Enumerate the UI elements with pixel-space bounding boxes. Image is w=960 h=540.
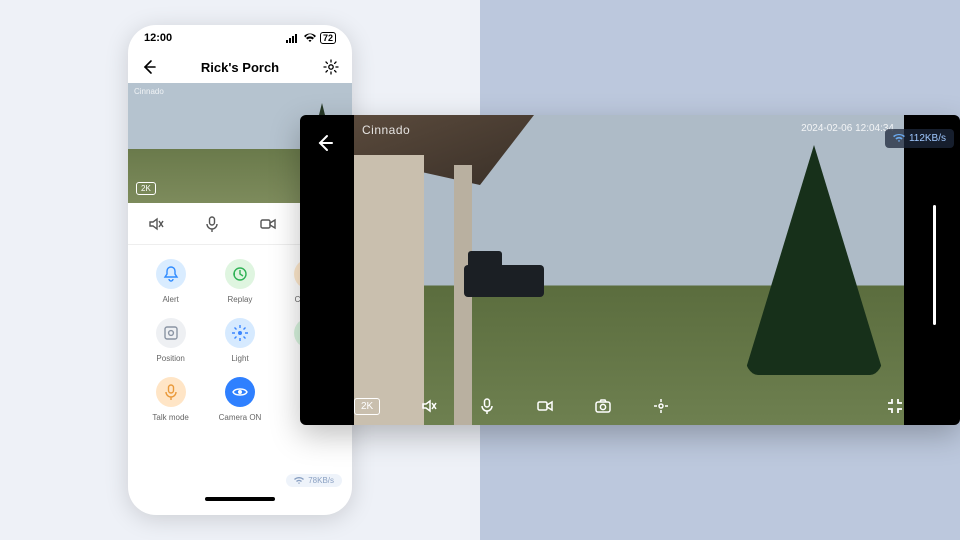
grid-label: Position (156, 354, 184, 363)
wifi-icon (303, 33, 317, 43)
position-button-landscape[interactable] (652, 397, 670, 415)
target-icon (652, 397, 670, 415)
grid-label: Alert (162, 295, 178, 304)
target-icon (156, 318, 186, 348)
mute-button[interactable] (145, 213, 167, 235)
grid-label: Camera ON (219, 413, 262, 422)
brand-watermark-landscape: Cinnado (362, 123, 410, 137)
spark-icon (225, 318, 255, 348)
status-indicators: 72 (286, 32, 336, 44)
camera-icon (594, 397, 612, 415)
camera-title: Rick's Porch (201, 60, 279, 75)
exit-fullscreen-button[interactable] (886, 397, 904, 415)
bitrate-value: 78KB/s (308, 476, 334, 485)
bitrate-value-landscape: 112KB/s (909, 133, 946, 144)
history-icon (225, 259, 255, 289)
status-bar: 12:00 72 (128, 25, 352, 51)
scene-wall (354, 155, 424, 425)
wifi-icon (893, 134, 905, 143)
record-button-landscape[interactable] (536, 397, 554, 415)
grid-item-talk-mode[interactable]: Talk mode (136, 377, 205, 422)
video-icon (536, 397, 554, 415)
timestamp-overlay: 2024-02-06 12:04:34 (801, 123, 894, 134)
video-icon (259, 215, 277, 233)
mic-icon (478, 397, 496, 415)
speaker-mute-icon (147, 215, 165, 233)
status-time: 12:00 (144, 32, 172, 44)
phone-footer: 78KB/s (128, 466, 352, 515)
app-header: Rick's Porch (128, 51, 352, 83)
mic-icon (156, 377, 186, 407)
back-button-landscape[interactable] (314, 133, 334, 158)
grid-label: Replay (228, 295, 253, 304)
grid-item-light[interactable]: Light (205, 318, 274, 363)
grid-label: Talk mode (152, 413, 188, 422)
bell-icon (156, 259, 186, 289)
mic-button[interactable] (201, 213, 223, 235)
scene-truck (464, 265, 544, 297)
gear-icon (323, 59, 339, 75)
eye-icon (225, 377, 255, 407)
grid-item-camera-on[interactable]: Camera ON (205, 377, 274, 422)
right-background: Cinnado 2024-02-06 12:04:34 112KB/s 2K (480, 0, 960, 540)
snapshot-button-landscape[interactable] (594, 397, 612, 415)
settings-button[interactable] (322, 58, 340, 76)
home-indicator[interactable] (205, 497, 275, 501)
grid-item-alert[interactable]: Alert (136, 259, 205, 304)
brand-watermark: Cinnado (134, 87, 164, 96)
cellular-icon (286, 33, 300, 43)
side-scroll-indicator[interactable] (933, 205, 936, 325)
resolution-button-landscape[interactable]: 2K (354, 398, 380, 415)
back-button[interactable] (140, 58, 158, 76)
mute-button-landscape[interactable] (420, 397, 438, 415)
back-arrow-icon (314, 133, 334, 153)
resolution-badge[interactable]: 2K (136, 182, 156, 195)
scene-tree (744, 145, 884, 375)
bitrate-pill: 78KB/s (286, 474, 342, 487)
wifi-icon (294, 477, 304, 485)
mic-icon (203, 215, 221, 233)
bitrate-overlay: 112KB/s (885, 129, 954, 148)
grid-item-position[interactable]: Position (136, 318, 205, 363)
mic-button-landscape[interactable] (478, 397, 496, 415)
fullscreen-exit-icon (886, 397, 904, 415)
live-video-landscape[interactable] (354, 115, 904, 425)
landscape-controls: 2K (354, 397, 904, 415)
battery-icon: 72 (320, 32, 336, 44)
speaker-mute-icon (420, 397, 438, 415)
grid-label: Light (231, 354, 248, 363)
landscape-viewer: Cinnado 2024-02-06 12:04:34 112KB/s 2K (300, 115, 960, 425)
record-button[interactable] (257, 213, 279, 235)
grid-item-replay[interactable]: Replay (205, 259, 274, 304)
